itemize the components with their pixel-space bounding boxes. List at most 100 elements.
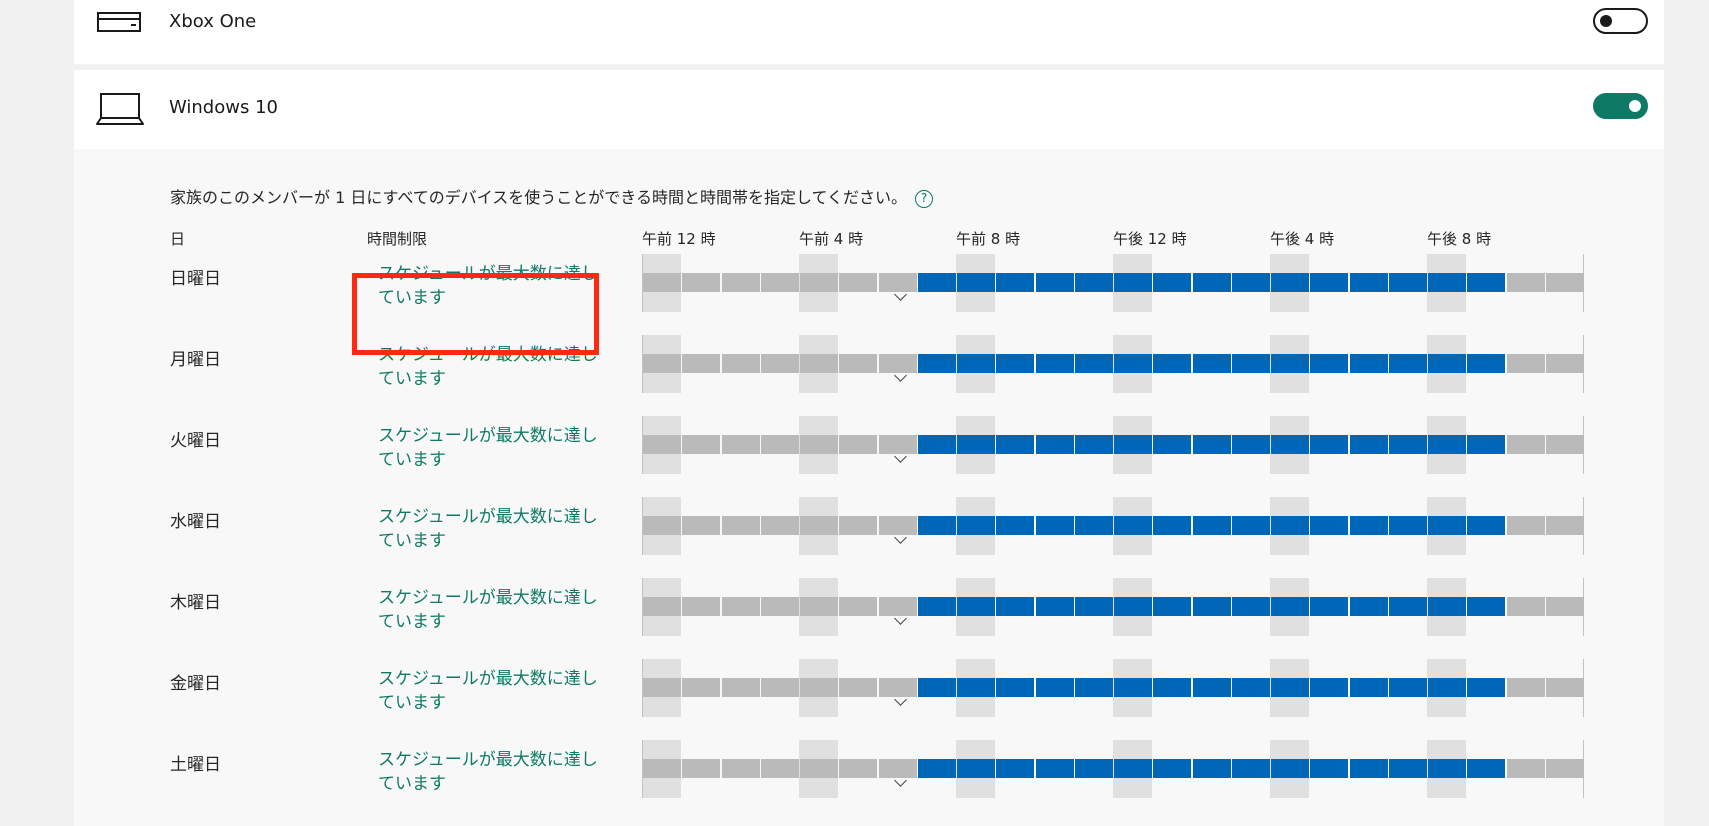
time-slot-blocked[interactable]: [1545, 516, 1584, 535]
time-slot-allowed[interactable]: [1388, 435, 1427, 454]
time-slot-allowed[interactable]: [996, 678, 1035, 697]
time-slot-allowed[interactable]: [1271, 435, 1309, 454]
time-slot-allowed[interactable]: [1231, 354, 1270, 373]
time-slot-allowed[interactable]: [1231, 435, 1270, 454]
time-slot-allowed[interactable]: [1035, 435, 1074, 454]
time-slot-allowed[interactable]: [996, 759, 1035, 778]
time-slot-allowed[interactable]: [1388, 759, 1427, 778]
time-slot-allowed[interactable]: [1114, 597, 1152, 616]
time-slot-blocked[interactable]: [721, 354, 760, 373]
time-slot-allowed[interactable]: [957, 354, 995, 373]
time-slot-blocked[interactable]: [839, 354, 878, 373]
time-slot-blocked[interactable]: [1506, 759, 1545, 778]
time-slot-allowed[interactable]: [1349, 597, 1388, 616]
time-slot-blocked[interactable]: [839, 516, 878, 535]
time-slot-allowed[interactable]: [1467, 273, 1506, 292]
time-slot-allowed[interactable]: [1428, 597, 1466, 616]
time-slot-allowed[interactable]: [917, 435, 956, 454]
time-slot-blocked[interactable]: [1545, 597, 1584, 616]
time-slot-allowed[interactable]: [996, 516, 1035, 535]
time-slot-allowed[interactable]: [1388, 273, 1427, 292]
time-slot-allowed[interactable]: [1467, 516, 1506, 535]
time-slot-blocked[interactable]: [839, 597, 878, 616]
time-slot-blocked[interactable]: [1506, 678, 1545, 697]
time-slot-allowed[interactable]: [1310, 759, 1349, 778]
time-slot-allowed[interactable]: [1349, 354, 1388, 373]
time-slot-blocked[interactable]: [682, 273, 721, 292]
help-icon[interactable]: ?: [915, 190, 933, 208]
time-slot-allowed[interactable]: [1074, 516, 1113, 535]
time-slot-allowed[interactable]: [1271, 678, 1309, 697]
time-slot-blocked[interactable]: [760, 273, 799, 292]
time-slot-allowed[interactable]: [917, 273, 956, 292]
time-slot-blocked[interactable]: [682, 678, 721, 697]
time-slot-allowed[interactable]: [1192, 597, 1231, 616]
time-slot-allowed[interactable]: [1153, 435, 1192, 454]
time-slot-blocked[interactable]: [643, 273, 681, 292]
time-slot-allowed[interactable]: [1035, 354, 1074, 373]
time-slot-blocked[interactable]: [760, 435, 799, 454]
time-slot-allowed[interactable]: [1428, 273, 1466, 292]
time-slot-blocked[interactable]: [682, 597, 721, 616]
time-slot-blocked[interactable]: [878, 435, 917, 454]
time-slot-blocked[interactable]: [721, 597, 760, 616]
time-slot-blocked[interactable]: [1545, 759, 1584, 778]
time-slot-allowed[interactable]: [957, 273, 995, 292]
time-slot-blocked[interactable]: [1545, 435, 1584, 454]
time-slot-blocked[interactable]: [643, 354, 681, 373]
time-slot-allowed[interactable]: [1271, 516, 1309, 535]
time-slot-allowed[interactable]: [1271, 597, 1309, 616]
time-slot-blocked[interactable]: [878, 678, 917, 697]
time-slot-allowed[interactable]: [957, 516, 995, 535]
time-slot-blocked[interactable]: [643, 678, 681, 697]
time-slot-allowed[interactable]: [1153, 678, 1192, 697]
time-slot-blocked[interactable]: [1506, 354, 1545, 373]
time-slot-blocked[interactable]: [1506, 597, 1545, 616]
time-slot-blocked[interactable]: [1506, 435, 1545, 454]
time-slot-allowed[interactable]: [1192, 678, 1231, 697]
time-slot-allowed[interactable]: [1428, 435, 1466, 454]
time-slot-allowed[interactable]: [1310, 597, 1349, 616]
time-slot-blocked[interactable]: [643, 435, 681, 454]
time-slot-blocked[interactable]: [878, 516, 917, 535]
time-slot-blocked[interactable]: [721, 273, 760, 292]
time-slot-allowed[interactable]: [1231, 597, 1270, 616]
time-slot-allowed[interactable]: [1074, 354, 1113, 373]
time-slot-blocked[interactable]: [760, 516, 799, 535]
time-slot-allowed[interactable]: [917, 354, 956, 373]
time-slot-allowed[interactable]: [917, 597, 956, 616]
time-slot-blocked[interactable]: [721, 678, 760, 697]
time-slot-allowed[interactable]: [1074, 435, 1113, 454]
time-slot-blocked[interactable]: [1545, 354, 1584, 373]
time-slot-allowed[interactable]: [1428, 516, 1466, 535]
time-slot-allowed[interactable]: [1192, 759, 1231, 778]
time-slot-allowed[interactable]: [1310, 273, 1349, 292]
time-slot-blocked[interactable]: [839, 435, 878, 454]
time-slot-allowed[interactable]: [1153, 759, 1192, 778]
time-slot-allowed[interactable]: [1271, 354, 1309, 373]
time-slot-allowed[interactable]: [1310, 354, 1349, 373]
time-slot-allowed[interactable]: [1310, 435, 1349, 454]
time-slot-allowed[interactable]: [1114, 516, 1152, 535]
time-slot-allowed[interactable]: [1310, 516, 1349, 535]
time-slot-allowed[interactable]: [1349, 678, 1388, 697]
time-slot-allowed[interactable]: [1467, 597, 1506, 616]
time-slot-allowed[interactable]: [1153, 354, 1192, 373]
time-slot-allowed[interactable]: [1035, 759, 1074, 778]
time-slot-blocked[interactable]: [760, 678, 799, 697]
time-slot-allowed[interactable]: [957, 759, 995, 778]
time-slot-allowed[interactable]: [1114, 678, 1152, 697]
time-slot-blocked[interactable]: [800, 516, 838, 535]
time-slot-allowed[interactable]: [1035, 597, 1074, 616]
time-slot-allowed[interactable]: [1388, 516, 1427, 535]
time-slot-blocked[interactable]: [839, 273, 878, 292]
windows-toggle[interactable]: [1593, 93, 1648, 119]
time-slot-blocked[interactable]: [721, 435, 760, 454]
time-slot-allowed[interactable]: [1388, 678, 1427, 697]
time-slot-blocked[interactable]: [878, 273, 917, 292]
time-slot-blocked[interactable]: [721, 759, 760, 778]
time-slot-allowed[interactable]: [1428, 678, 1466, 697]
time-slot-allowed[interactable]: [1192, 273, 1231, 292]
time-slot-allowed[interactable]: [1074, 759, 1113, 778]
time-slot-blocked[interactable]: [839, 678, 878, 697]
